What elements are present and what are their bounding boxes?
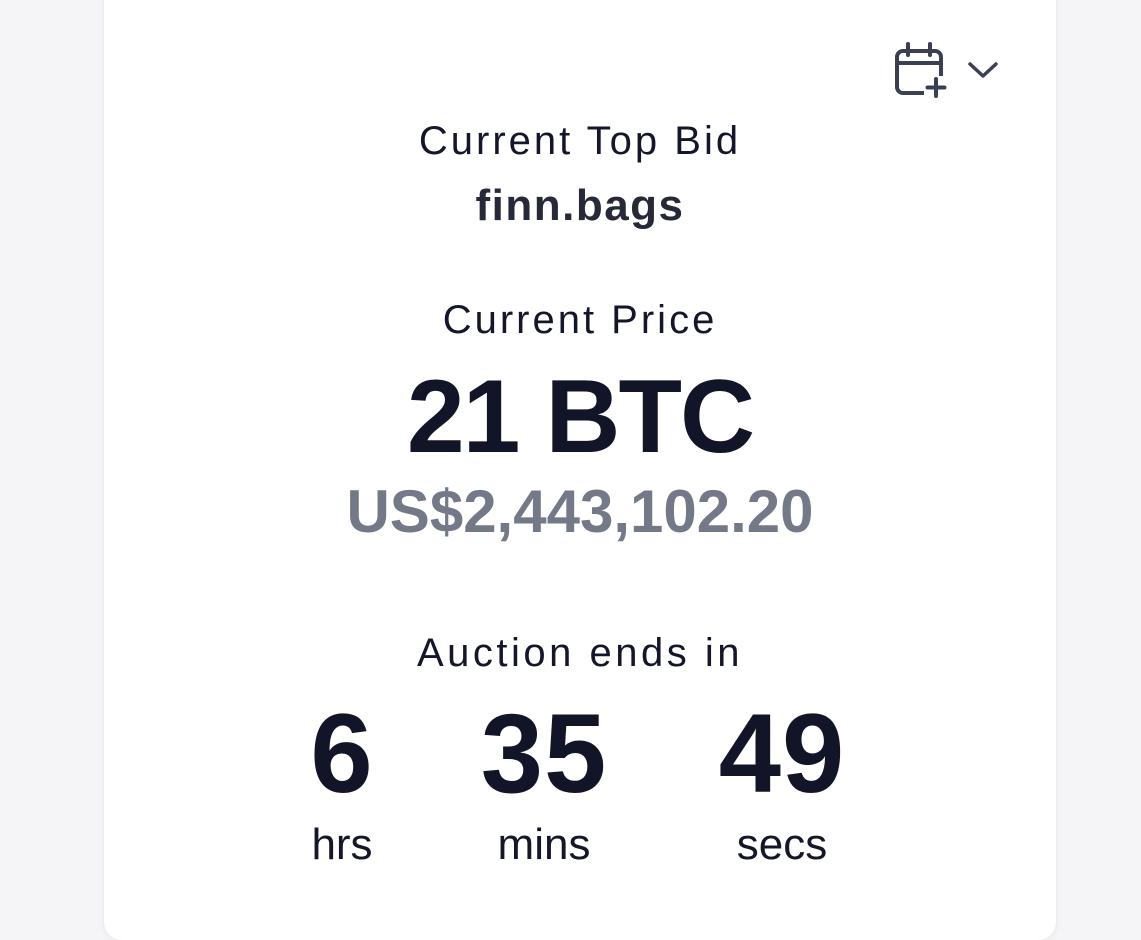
calendar-plus-icon[interactable] xyxy=(894,42,948,98)
current-top-bid-label: Current Top Bid xyxy=(418,119,742,163)
chevron-down-icon[interactable] xyxy=(966,59,1000,81)
auction-ends-label: Auction ends in xyxy=(416,631,743,675)
seconds-label: secs xyxy=(736,820,828,869)
minutes-label: mins xyxy=(497,820,591,869)
price-usd-value: US$2,443,102.20 xyxy=(346,478,814,545)
card-toolbar xyxy=(894,42,1000,98)
auction-card: Current Top Bid finn.bags Current Price … xyxy=(104,0,1056,940)
countdown-seconds: 49 secs xyxy=(662,691,902,870)
countdown-minutes: 35 mins xyxy=(424,691,664,870)
price-btc-value: 21 BTC xyxy=(406,359,755,475)
minutes-value: 35 xyxy=(480,691,608,816)
current-price-label: Current Price xyxy=(442,298,718,342)
seconds-value: 49 xyxy=(718,691,846,816)
auction-countdown: 6 hrs 35 mins 49 secs xyxy=(104,691,1056,900)
top-bidder-name[interactable]: finn.bags xyxy=(104,181,1056,231)
